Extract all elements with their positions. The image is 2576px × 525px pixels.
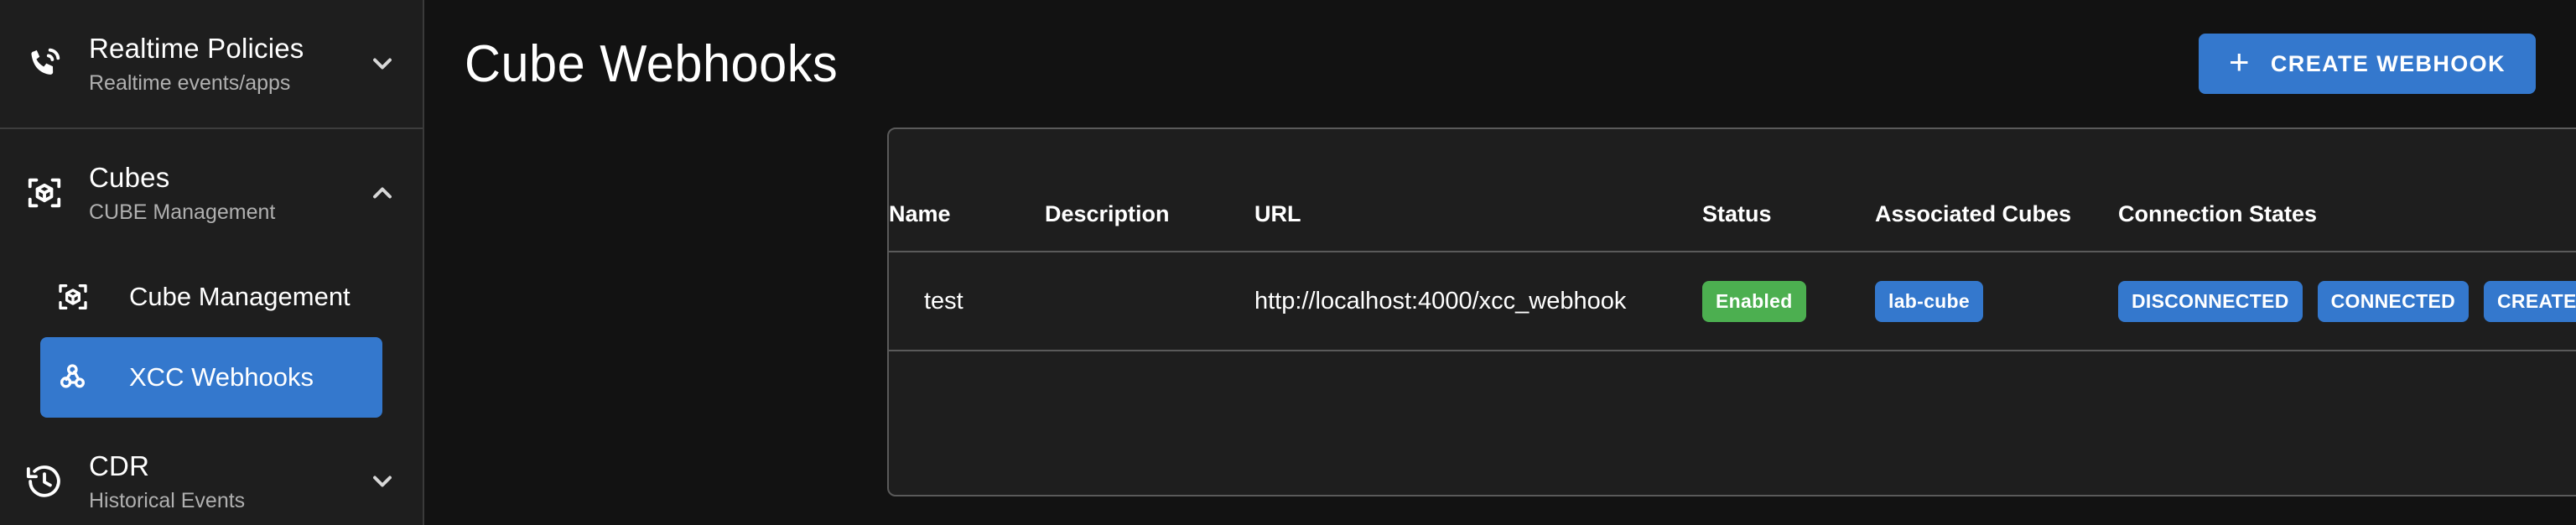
table-body: test http://localhost:4000/xcc_webhook E…: [889, 252, 2576, 351]
sidebar-group-subtitle: Realtime events/apps: [89, 70, 291, 95]
column-header-status[interactable]: Status: [1702, 191, 1875, 252]
column-header-name[interactable]: Name: [889, 191, 1045, 252]
sidebar-group-title: CDR: [89, 450, 150, 481]
app-root: Realtime Policies Realtime events/apps C…: [0, 0, 2576, 525]
webhooks-card: Name Description URL Status Associated C…: [887, 127, 2576, 496]
sidebar-group-realtime-policies: Realtime Policies Realtime events/apps: [0, 0, 423, 129]
column-header-connection-states[interactable]: Connection States: [2118, 191, 2576, 252]
cube-scan-icon: [0, 174, 89, 212]
create-webhook-button-label: CREATE WEBHOOK: [2270, 50, 2506, 76]
table-row[interactable]: test http://localhost:4000/xcc_webhook E…: [889, 252, 2576, 351]
cell-associated-cubes: lab-cube: [1875, 252, 2118, 351]
card-toolbar: [889, 129, 2576, 191]
sidebar-item-label: Cube Management: [129, 282, 351, 311]
sidebar-group-cubes: Cubes CUBE Management Cube Management XC…: [0, 129, 423, 418]
phone-in-talk-icon: [0, 44, 89, 83]
sidebar-group-subtitle: CUBE Management: [89, 200, 276, 224]
sidebar-group-cdr: CDR Historical Events: [0, 418, 423, 525]
page-header: Cube Webhooks + CREATE WEBHOOK: [424, 0, 2576, 127]
table-footer: 1-1 of 1: [889, 351, 2576, 449]
cell-status: Enabled: [1702, 252, 1875, 351]
cube-scan-icon: [49, 280, 97, 314]
column-header-url[interactable]: URL: [1254, 191, 1702, 252]
sidebar-item-label: XCC Webhooks: [129, 362, 314, 392]
webhooks-table: Name Description URL Status Associated C…: [889, 191, 2576, 351]
webhook-icon: [49, 361, 97, 394]
chevron-up-icon[interactable]: [364, 178, 401, 208]
sidebar-group-title: Realtime Policies: [89, 32, 304, 64]
sidebar-group-text-cdr: CDR Historical Events: [89, 449, 364, 515]
create-webhook-button[interactable]: + CREATE WEBHOOK: [2198, 34, 2536, 94]
chevron-down-icon[interactable]: [364, 49, 401, 79]
sidebar-group-subtitle: Historical Events: [89, 488, 246, 512]
sidebar: Realtime Policies Realtime events/apps C…: [0, 0, 424, 525]
associated-cube-badge: lab-cube: [1875, 280, 1983, 322]
status-badge: Enabled: [1702, 280, 1806, 322]
connection-state-badge-connected: CONNECTED: [2317, 280, 2469, 322]
history-clock-icon: [0, 462, 89, 501]
page-title: Cube Webhooks: [465, 34, 839, 93]
sidebar-group-title: Cubes: [89, 161, 170, 193]
sidebar-group-text-realtime-policies: Realtime Policies Realtime events/apps: [89, 31, 364, 97]
cell-name: test: [889, 252, 1045, 351]
main-content: Cube Webhooks + CREATE WEBHOOK Name Desc…: [424, 0, 2576, 525]
sidebar-group-header-cdr[interactable]: CDR Historical Events: [0, 418, 423, 525]
chevron-down-icon[interactable]: [364, 466, 401, 496]
connection-state-badge-disconnected: DISCONNECTED: [2118, 280, 2303, 322]
sidebar-group-text-cubes: Cubes CUBE Management: [89, 160, 364, 226]
connection-state-badge-created: CREATED: [2484, 280, 2576, 322]
sidebar-group-header-cubes[interactable]: Cubes CUBE Management: [0, 129, 423, 257]
cell-connection-states: DISCONNECTED CONNECTED CREATED: [2118, 252, 2576, 351]
sidebar-item-cube-management[interactable]: Cube Management: [40, 257, 382, 337]
cell-url: http://localhost:4000/xcc_webhook: [1254, 252, 1702, 351]
column-header-associated-cubes[interactable]: Associated Cubes: [1875, 191, 2118, 252]
sidebar-item-xcc-webhooks[interactable]: XCC Webhooks: [40, 337, 382, 418]
sidebar-group-header-realtime-policies[interactable]: Realtime Policies Realtime events/apps: [0, 0, 423, 127]
plus-icon: +: [2228, 42, 2251, 81]
connection-states-group: DISCONNECTED CONNECTED CREATED: [2118, 280, 2576, 322]
table-header: Name Description URL Status Associated C…: [889, 191, 2576, 252]
cell-description: [1045, 252, 1254, 351]
table-header-row: Name Description URL Status Associated C…: [889, 191, 2576, 252]
column-header-description[interactable]: Description: [1045, 191, 1254, 252]
